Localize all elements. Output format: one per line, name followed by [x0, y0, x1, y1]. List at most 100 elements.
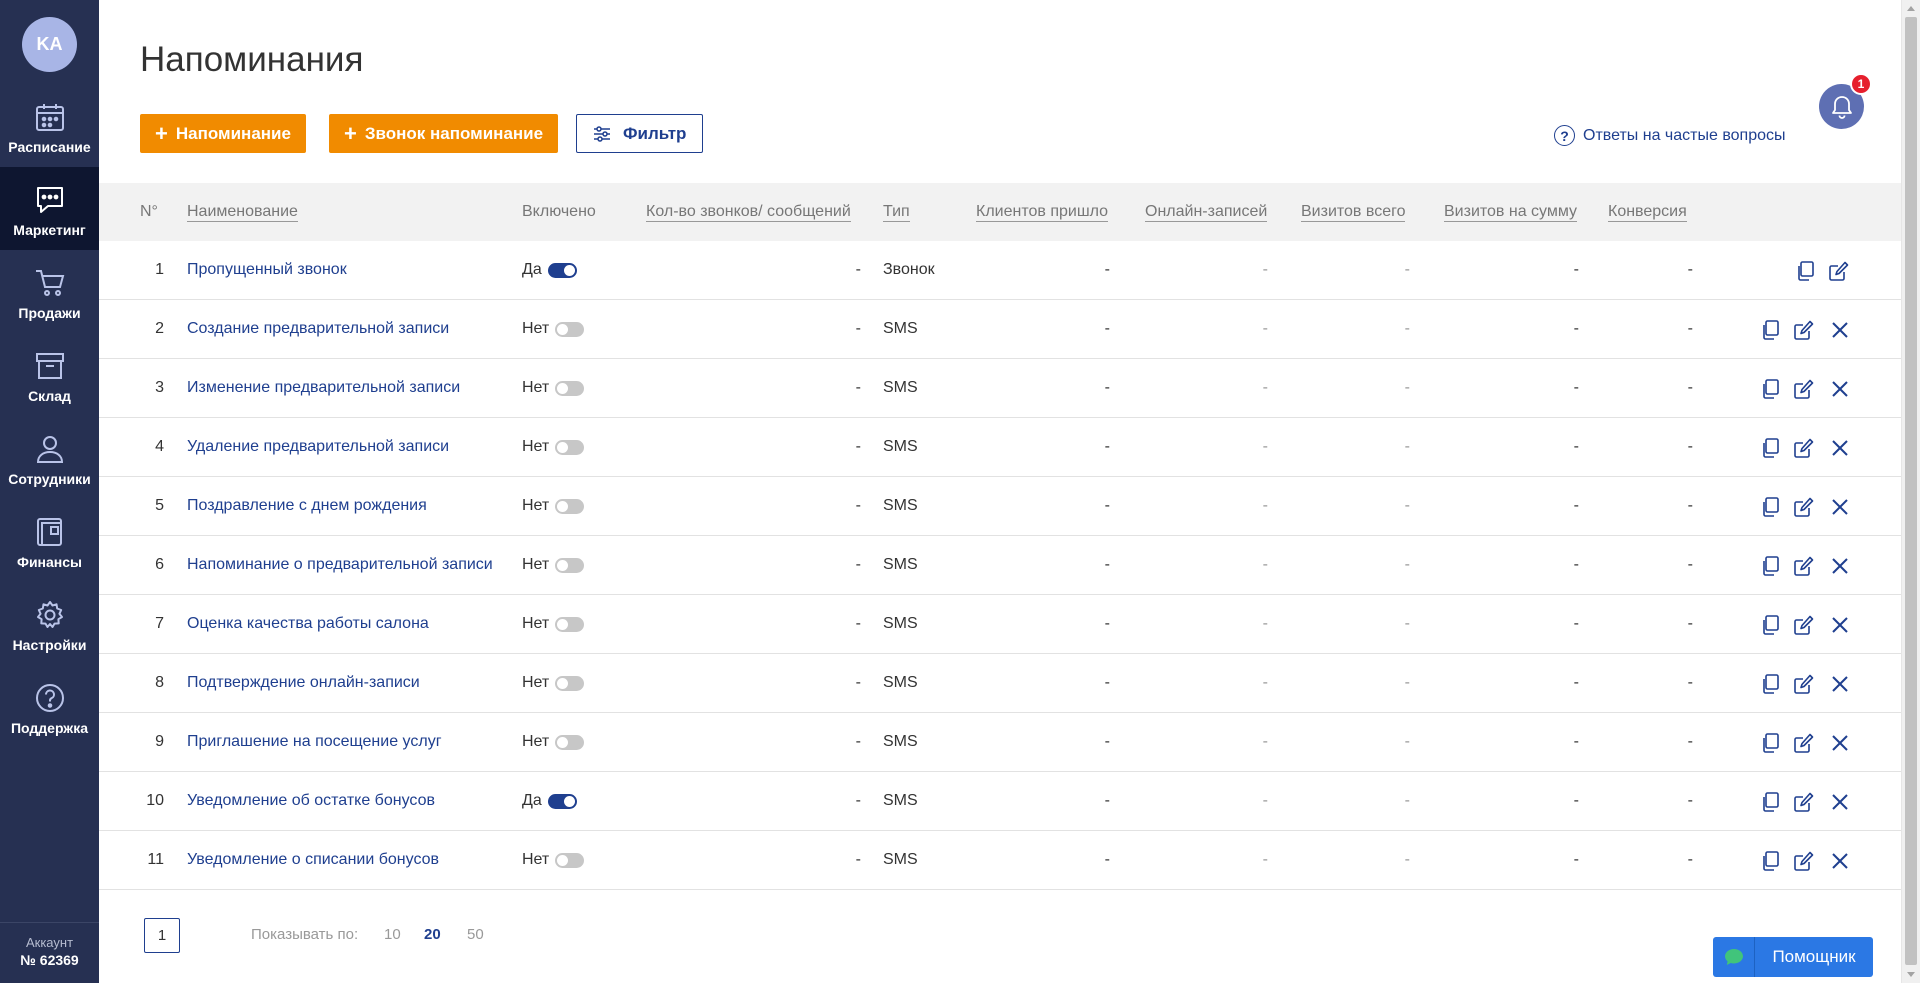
online-value: - [1262, 792, 1268, 809]
copy-icon[interactable] [1759, 850, 1781, 872]
sidebar-item-staff[interactable]: Сотрудники [0, 416, 99, 499]
enabled-toggle[interactable] [555, 616, 585, 632]
col-count-sort[interactable]: Кол-во звонков/ сообщений [646, 183, 851, 241]
per-page-20[interactable]: 20 [424, 926, 441, 943]
reminder-name-link[interactable]: Пропущенный звонок [187, 241, 347, 299]
table-row: 8 Подтверждение онлайн-записи Нет - SMS - - - - - [99, 654, 1901, 713]
clients-value: - [1104, 851, 1110, 868]
type-value: SMS [883, 320, 918, 337]
sidebar-item-finance[interactable]: Финансы [0, 499, 99, 582]
col-sum-sort[interactable]: Визитов на сумму [1444, 183, 1578, 241]
copy-icon[interactable] [1759, 614, 1781, 636]
sidebar-item-warehouse[interactable]: Склад [0, 333, 99, 416]
delete-icon[interactable] [1829, 791, 1851, 813]
copy-icon[interactable] [1759, 732, 1781, 754]
sidebar-item-sales[interactable]: Продажи [0, 250, 99, 333]
add-call-reminder-button[interactable]: + Звонок напоминание [329, 114, 559, 153]
reminder-name-link[interactable]: Поздравление с днем рождения [187, 477, 427, 535]
enabled-toggle[interactable] [555, 498, 585, 514]
copy-icon[interactable] [1759, 319, 1781, 341]
chat-bubble-icon [1713, 937, 1755, 977]
scroll-down-arrow-icon[interactable] [1907, 972, 1915, 977]
notification-badge: 1 [1850, 73, 1872, 95]
copy-icon[interactable] [1759, 496, 1781, 518]
edit-icon[interactable] [1793, 496, 1815, 518]
enabled-toggle[interactable] [555, 439, 585, 455]
col-conversion-sort[interactable]: Конверсия [1608, 183, 1687, 241]
reminder-name-link[interactable]: Изменение предварительной записи [187, 359, 460, 417]
col-visits-sort[interactable]: Визитов всего [1301, 183, 1406, 241]
edit-icon[interactable] [1793, 732, 1815, 754]
enabled-toggle[interactable] [555, 321, 585, 337]
per-page-10[interactable]: 10 [384, 926, 401, 943]
edit-icon[interactable] [1793, 319, 1815, 341]
copy-icon[interactable] [1759, 378, 1781, 400]
scrollbar-thumb[interactable] [1905, 17, 1917, 965]
col-online-sort[interactable]: Онлайн-записей [1145, 183, 1268, 241]
enabled-toggle[interactable] [547, 262, 577, 278]
copy-icon[interactable] [1759, 437, 1781, 459]
reminder-name-link[interactable]: Напоминание о предварительной записи [187, 536, 493, 594]
sidebar-item-settings[interactable]: Настройки [0, 582, 99, 665]
reminder-name-link[interactable]: Оценка качества работы салона [187, 595, 429, 653]
filter-button[interactable]: Фильтр [576, 114, 704, 153]
reminder-name-link[interactable]: Приглашение на посещение услуг [187, 713, 442, 771]
reminder-name-link[interactable]: Подтверждение онлайн-записи [187, 654, 420, 712]
copy-icon[interactable] [1759, 673, 1781, 695]
per-page-50[interactable]: 50 [467, 926, 484, 943]
page-button-1[interactable]: 1 [144, 918, 180, 953]
delete-icon[interactable] [1829, 614, 1851, 636]
vertical-scrollbar[interactable] [1901, 0, 1920, 983]
add-reminder-button[interactable]: + Напоминание [140, 114, 306, 153]
reminder-name-link[interactable]: Удаление предварительной записи [187, 418, 449, 476]
edit-icon[interactable] [1828, 260, 1850, 282]
sidebar-item-marketing[interactable]: Маркетинг [0, 167, 99, 250]
enabled-toggle[interactable] [547, 793, 577, 809]
type-value: SMS [883, 379, 918, 396]
delete-icon[interactable] [1829, 496, 1851, 518]
enabled-toggle[interactable] [555, 852, 585, 868]
reminder-name-link[interactable]: Уведомление о списании бонусов [187, 831, 439, 889]
delete-icon[interactable] [1829, 555, 1851, 577]
edit-icon[interactable] [1793, 791, 1815, 813]
helper-button[interactable]: Помощник [1713, 937, 1873, 977]
enabled-toggle[interactable] [555, 675, 585, 691]
notifications-button[interactable]: 1 [1819, 73, 1872, 129]
enabled-toggle[interactable] [555, 557, 585, 573]
sidebar-item-support[interactable]: Поддержка [0, 665, 99, 748]
show-by-label: Показывать по: [251, 926, 359, 943]
enabled-cell: Нет [522, 713, 585, 771]
copy-icon[interactable] [1794, 260, 1816, 282]
edit-icon[interactable] [1793, 437, 1815, 459]
enabled-cell: Да [522, 241, 577, 299]
delete-icon[interactable] [1829, 378, 1851, 400]
sidebar-item-schedule[interactable]: Расписание [0, 84, 99, 167]
reminder-name-link[interactable]: Уведомление об остатке бонусов [187, 772, 435, 830]
delete-icon[interactable] [1829, 437, 1851, 459]
col-clients-sort[interactable]: Клиентов пришло [976, 183, 1109, 241]
delete-icon[interactable] [1829, 673, 1851, 695]
edit-icon[interactable] [1793, 555, 1815, 577]
visits-value: - [1404, 674, 1410, 691]
enabled-toggle[interactable] [555, 734, 585, 750]
delete-icon[interactable] [1829, 319, 1851, 341]
copy-icon[interactable] [1759, 791, 1781, 813]
faq-link[interactable]: ? Ответы на частые вопросы [1554, 125, 1786, 146]
col-name-sort[interactable]: Наименование [187, 183, 298, 241]
reminder-name-link[interactable]: Создание предварительной записи [187, 300, 449, 358]
clients-value: - [1104, 379, 1110, 396]
table-row: 4 Удаление предварительной записи Нет - SMS -… [99, 418, 1901, 477]
edit-icon[interactable] [1793, 673, 1815, 695]
edit-icon[interactable] [1793, 614, 1815, 636]
edit-icon[interactable] [1793, 850, 1815, 872]
edit-icon[interactable] [1793, 378, 1815, 400]
delete-icon[interactable] [1829, 732, 1851, 754]
copy-icon[interactable] [1759, 555, 1781, 577]
delete-icon[interactable] [1829, 850, 1851, 872]
scroll-up-arrow-icon[interactable] [1907, 6, 1915, 11]
enabled-toggle[interactable] [555, 380, 585, 396]
count-value: - [855, 615, 861, 632]
conversion-value: - [1687, 792, 1693, 809]
avatar[interactable]: KA [22, 17, 77, 72]
col-type-sort[interactable]: Тип [883, 183, 910, 241]
